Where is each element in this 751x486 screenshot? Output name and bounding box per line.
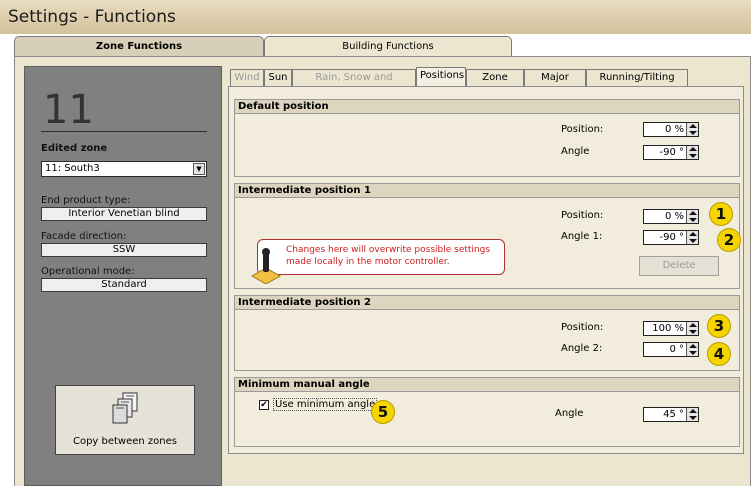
use-minimum-angle-label[interactable]: Use minimum angle <box>273 398 378 411</box>
operational-mode-value: Standard <box>41 278 207 292</box>
badge-5: 5 <box>371 400 395 424</box>
tab-rain-snow-frost: Rain, Snow and Frost/Ice <box>292 69 416 99</box>
default-angle-field[interactable]: -90 ° <box>643 145 699 160</box>
tab-major-alarm[interactable]: Major Alarm <box>524 69 586 99</box>
copy-button-label: Copy between zones <box>72 436 178 447</box>
copy-zones-icon <box>112 392 138 424</box>
default-position-field[interactable]: 0 % <box>643 122 699 137</box>
group-title: Minimum manual angle <box>235 378 739 392</box>
spinner[interactable] <box>686 343 698 356</box>
window-title: Settings - Functions <box>0 0 751 34</box>
operational-mode-label: Operational mode: <box>41 266 135 277</box>
divider <box>41 131 207 132</box>
zone-select[interactable]: 11: South3 ▼ <box>41 161 207 177</box>
zone-select-value: 11: South3 <box>45 163 100 174</box>
badge-3: 3 <box>707 314 731 338</box>
intermediate2-angle-field[interactable]: 0 ° <box>643 342 699 357</box>
angle-1-label: Angle 1: <box>561 231 603 242</box>
intermediate-position-2-group: Intermediate position 2 Position: 100 % … <box>234 295 740 371</box>
tab-zone-functions[interactable]: Zone Functions <box>14 36 264 56</box>
position-label: Position: <box>561 322 604 333</box>
use-minimum-angle-checkbox[interactable]: ✔ <box>259 400 269 410</box>
tab-sun[interactable]: Sun <box>264 69 292 86</box>
field-value: 0 % <box>664 211 684 222</box>
position-label: Position: <box>561 210 604 221</box>
delete-button[interactable]: Delete <box>639 256 719 276</box>
copy-between-zones-button[interactable]: Copy between zones <box>55 385 195 455</box>
minimum-angle-field[interactable]: 45 ° <box>643 407 699 422</box>
edited-zone-label: Edited zone <box>41 143 108 154</box>
field-value: 0 ° <box>669 344 684 355</box>
zone-panel: 11 Edited zone 11: South3 ▼ End product … <box>24 66 222 486</box>
field-value: -90 ° <box>659 232 684 243</box>
spinner[interactable] <box>686 231 698 244</box>
zone-number: 11 <box>43 87 94 133</box>
chevron-down-icon[interactable]: ▼ <box>193 163 205 175</box>
field-value: 45 ° <box>663 409 684 420</box>
intermediate1-position-field[interactable]: 0 % <box>643 209 699 224</box>
warning-callout: Changes here will overwrite possible set… <box>250 239 505 284</box>
badge-2: 2 <box>717 228 741 252</box>
angle-label: Angle <box>561 146 590 157</box>
tab-positions[interactable]: Positions <box>416 67 466 87</box>
intermediate-position-1-group: Intermediate position 1 Position: 0 % 1 … <box>234 183 741 289</box>
spinner[interactable] <box>686 322 698 335</box>
tab-building-functions[interactable]: Building Functions <box>264 36 512 56</box>
field-value: 100 % <box>652 323 684 334</box>
facade-direction-value: SSW <box>41 243 207 257</box>
angle-label: Angle <box>555 408 584 419</box>
spinner[interactable] <box>686 123 698 136</box>
field-value: 0 % <box>664 124 684 135</box>
badge-1: 1 <box>709 202 733 226</box>
end-product-label: End product type: <box>41 195 131 206</box>
badge-4: 4 <box>707 342 731 366</box>
intermediate2-position-field[interactable]: 100 % <box>643 321 699 336</box>
group-title: Intermediate position 1 <box>235 184 739 198</box>
facade-direction-label: Facade direction: <box>41 231 127 242</box>
spinner[interactable] <box>686 408 698 421</box>
end-product-value: Interior Venetian blind <box>41 207 207 221</box>
spinner[interactable] <box>686 210 698 223</box>
tab-wind: Wind <box>230 69 264 86</box>
tab-running-tilting-time[interactable]: Running/Tilting Time <box>586 69 688 99</box>
angle-2-label: Angle 2: <box>561 343 603 354</box>
positions-panel: Default position Position: 0 % Angle -90… <box>228 86 744 454</box>
intermediate1-angle-field[interactable]: -90 ° <box>643 230 699 245</box>
warning-hand-icon <box>250 248 282 284</box>
group-title: Intermediate position 2 <box>235 296 739 310</box>
spinner[interactable] <box>686 146 698 159</box>
tab-zone-timer[interactable]: Zone Timer <box>466 69 524 99</box>
group-title: Default position <box>235 100 739 114</box>
warning-text: Changes here will overwrite possible set… <box>286 245 491 267</box>
minimum-manual-angle-group: Minimum manual angle ✔ Use minimum angle… <box>234 377 740 447</box>
position-label: Position: <box>561 124 604 135</box>
field-value: -90 ° <box>659 147 684 158</box>
default-position-group: Default position Position: 0 % Angle -90… <box>234 99 740 177</box>
